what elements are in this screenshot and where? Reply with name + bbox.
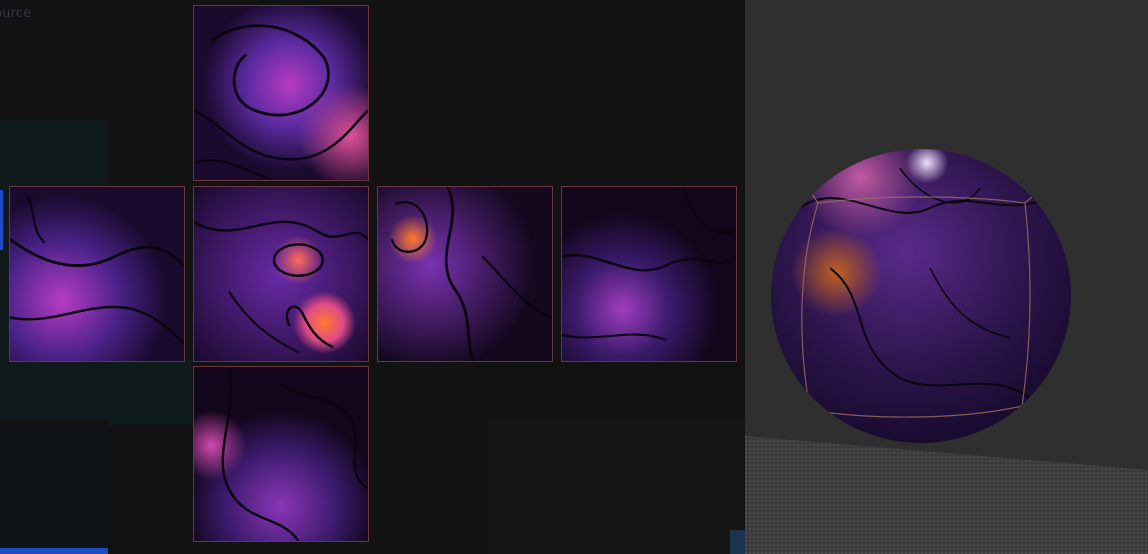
- blue-edge: [0, 190, 3, 250]
- background-tile: [108, 360, 192, 425]
- blue-edge: [0, 548, 108, 554]
- cubemap-face-right[interactable]: [377, 186, 553, 362]
- cubemap-face-top[interactable]: [193, 5, 369, 181]
- cubemap-face-back[interactable]: [561, 186, 737, 362]
- background-tile: [486, 420, 745, 554]
- background-tile: [0, 430, 108, 550]
- source-label: ource: [0, 6, 32, 21]
- cubemap-face-bottom[interactable]: [193, 366, 369, 542]
- sphere-preview[interactable]: [770, 148, 1072, 444]
- cubemap-face-left[interactable]: [9, 186, 185, 362]
- cubemap-editor-panel: ource: [0, 0, 745, 554]
- 3d-preview-viewport[interactable]: [745, 0, 1148, 554]
- cubemap-face-front[interactable]: [193, 186, 369, 362]
- blue-edge: [730, 530, 745, 554]
